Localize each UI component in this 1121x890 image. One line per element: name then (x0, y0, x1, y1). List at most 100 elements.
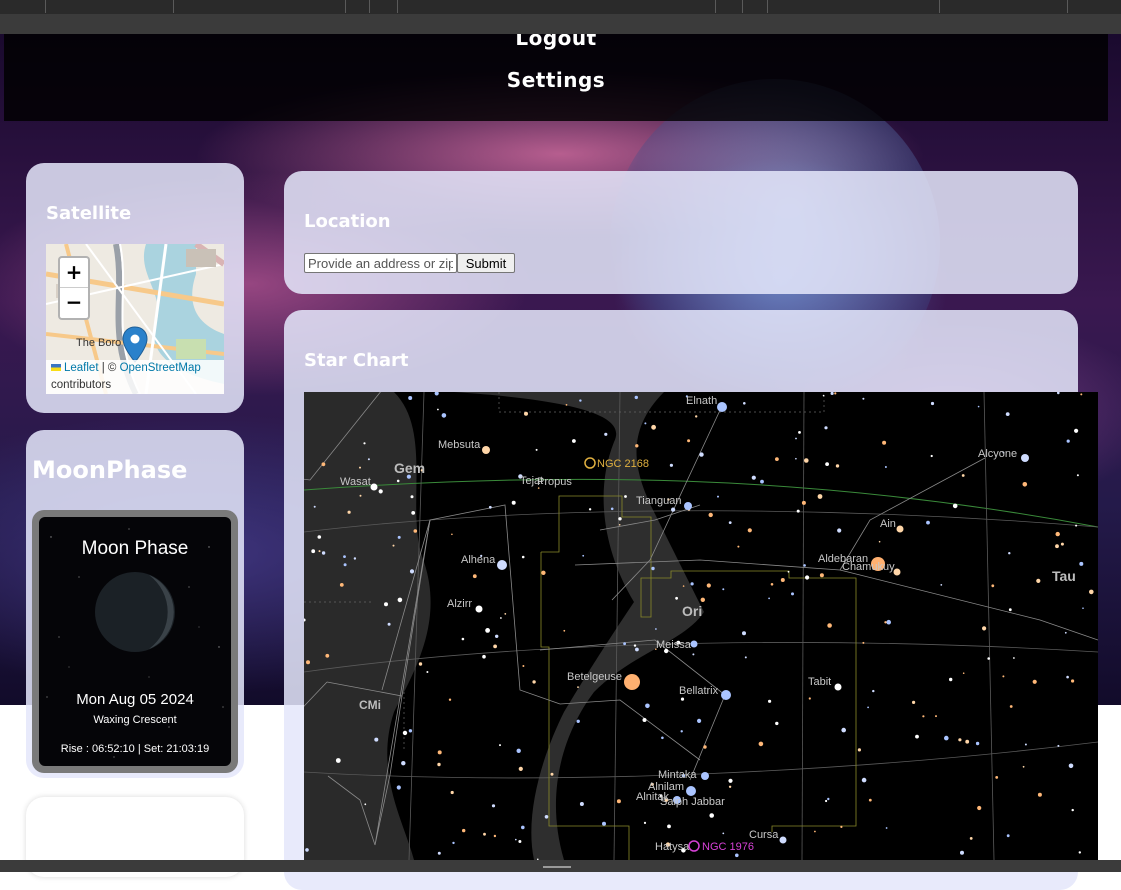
star-label-chamukuy: Chamukuy (842, 561, 895, 573)
field-star (1037, 792, 1042, 797)
field-star (872, 689, 875, 693)
field-star (500, 617, 502, 619)
field-star (347, 510, 351, 514)
field-star (418, 662, 423, 666)
constellation-line (574, 559, 841, 571)
field-star (744, 656, 747, 659)
attribution-separator: | © (98, 362, 120, 374)
map-marker-icon[interactable] (122, 326, 148, 364)
field-star (493, 834, 497, 838)
star-mebsuta[interactable] (482, 446, 490, 454)
map-place-label: The Boro (76, 337, 122, 349)
field-star (472, 574, 477, 579)
field-star (396, 785, 401, 790)
field-star (441, 413, 447, 418)
zoom-out-button[interactable]: − (60, 288, 88, 317)
star-label-saiph-jabbar: Saiph Jabbar (660, 796, 725, 808)
field-star (550, 772, 554, 776)
map-attribution: Leaflet | © OpenStreetMap contributors (46, 360, 224, 394)
field-star (1066, 439, 1070, 443)
field-star (1066, 675, 1069, 679)
field-star (582, 554, 585, 557)
leaflet-link[interactable]: Leaflet (64, 362, 99, 374)
field-star (462, 828, 466, 833)
field-star (742, 631, 746, 636)
submit-button[interactable]: Submit (457, 253, 515, 273)
field-star (618, 524, 621, 526)
field-star (977, 805, 982, 811)
settings-link[interactable]: Settings (4, 68, 1108, 92)
star-wasat[interactable] (370, 483, 378, 491)
star-label-alcyone: Alcyone (978, 448, 1017, 460)
field-star (690, 582, 694, 586)
location-card (284, 171, 1078, 294)
location-title: Location (304, 211, 391, 232)
star-alzirr[interactable] (475, 605, 483, 613)
cluster-marker-ngc-1976[interactable] (688, 840, 700, 852)
moon-rise-set: Rise : 06:52:10 | Set: 21:03:19 (60, 743, 210, 755)
field-star (692, 653, 695, 656)
star-label-ngc-2168: NGC 2168 (597, 458, 649, 470)
star-mintaka[interactable] (701, 772, 709, 780)
field-star (808, 697, 811, 700)
field-star (374, 737, 379, 742)
field-star (396, 479, 400, 483)
field-star (1002, 675, 1005, 678)
star-betelgeuse[interactable] (624, 674, 640, 690)
field-star (827, 623, 832, 628)
satellite-title: Satellite (46, 203, 132, 224)
field-star (532, 680, 536, 684)
field-star (321, 462, 326, 467)
field-star (1055, 531, 1060, 537)
constellation-label-ori: Ori (682, 603, 702, 619)
star-tabit[interactable] (834, 683, 842, 691)
field-star (960, 850, 964, 855)
star-alcyone[interactable] (1021, 454, 1029, 462)
field-star (795, 457, 797, 460)
address-input[interactable] (304, 253, 457, 273)
field-star (1082, 607, 1084, 609)
field-star (359, 494, 362, 497)
moon-widget-frame: Moon Phase Mon Aug 05 2024 Waxing Cresce… (32, 510, 238, 773)
field-star (1036, 578, 1041, 583)
field-star (796, 509, 800, 513)
field-star (655, 628, 657, 630)
star-alnilam[interactable] (686, 786, 696, 796)
osm-link[interactable]: OpenStreetMap (120, 362, 201, 374)
star-tianguan[interactable] (684, 502, 692, 510)
field-star (651, 566, 655, 571)
star-bellatrix[interactable] (721, 690, 731, 700)
satellite-map[interactable]: + − The Boro Leaflet | © OpenStreetMap co… (46, 244, 224, 394)
nav-menu: Logout Settings (4, 26, 1108, 121)
star-label-meissa: Meissa (656, 639, 692, 651)
star-elnath[interactable] (717, 402, 727, 412)
star-label-tabit: Tabit (808, 676, 831, 688)
field-star (408, 396, 413, 400)
field-star (572, 439, 576, 443)
field-star (1008, 552, 1011, 555)
field-star (515, 838, 517, 841)
field-star (325, 653, 330, 658)
star-label-betelgeuse: Betelgeuse (567, 671, 622, 683)
field-star (743, 402, 746, 405)
field-star (535, 448, 538, 451)
field-star (1078, 851, 1081, 854)
field-star (751, 475, 756, 480)
cluster-marker-ngc-2168[interactable] (584, 457, 596, 469)
moon-widget-title: Moon Phase (81, 538, 189, 559)
field-star (544, 815, 549, 819)
star-chart[interactable]: Elnath Mebsuta NGC 2168 Alcyone Wasat Tejat Pr… (304, 392, 1098, 860)
field-star (814, 830, 816, 833)
zoom-in-button[interactable]: + (60, 258, 88, 287)
star-cursa[interactable] (779, 836, 787, 844)
field-star (885, 827, 888, 829)
field-star (401, 761, 406, 766)
star-label-alzirr: Alzirr (447, 598, 472, 610)
star-alhena[interactable] (497, 560, 507, 570)
field-star (1024, 743, 1027, 746)
field-star (977, 405, 980, 408)
star-meissa[interactable] (690, 640, 698, 648)
star-ain[interactable] (896, 525, 904, 533)
field-star (518, 840, 522, 843)
starchart-title: Star Chart (304, 350, 409, 371)
